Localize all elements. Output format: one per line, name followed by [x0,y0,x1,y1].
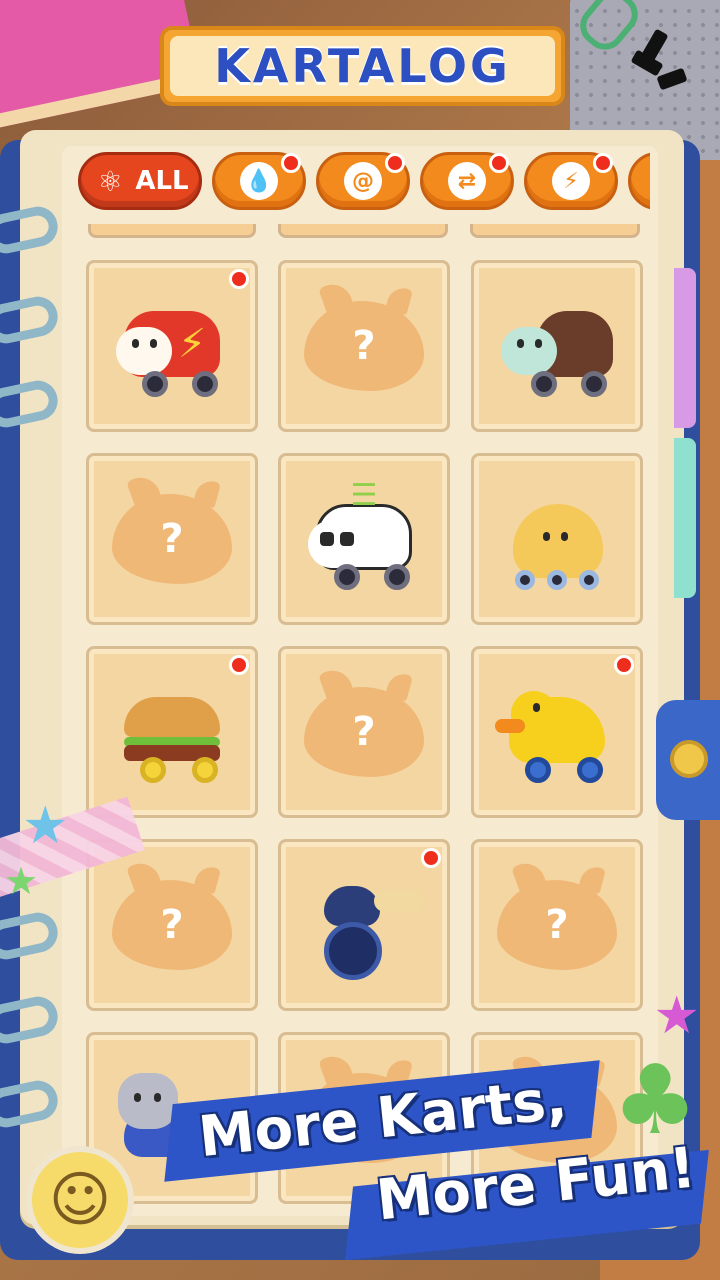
previous-row-edge [88,224,256,238]
filter-tab-all[interactable]: ⚛ ALL [78,152,202,210]
kart-card-burger[interactable] [86,646,258,818]
drop-icon: 💧 [240,162,278,200]
previous-row-edge [470,224,640,238]
locked-kart-silhouette: ? [497,880,617,970]
smiley-sticker-icon: ☺ [26,1146,134,1254]
clasp-button-icon [670,740,708,778]
snail-shell-icon: @ [344,162,382,200]
binder-clasp [656,700,720,820]
filter-tab-swap[interactable]: ⇄ [420,152,514,210]
kart-card-locked[interactable]: ? [86,453,258,625]
category-filter-bar: ⚛ ALL 💧 @ ⇄ ⚡ [78,152,650,212]
kart-card-squirrel[interactable] [471,260,643,432]
filter-tab-more[interactable] [628,152,650,210]
kart-card-locked[interactable]: ? [278,646,450,818]
burger-kart-image [112,677,232,787]
star-sticker-icon: ★ [4,859,39,903]
new-badge [489,153,509,173]
kart-card-locked[interactable]: ? [278,260,450,432]
locked-kart-silhouette: ? [112,880,232,970]
creature-icon: ⚛ [97,164,123,198]
unknown-mark: ? [352,323,376,369]
filter-tab-shell[interactable]: @ [316,152,410,210]
locked-kart-silhouette: ? [304,687,424,777]
kart-card-locked[interactable]: ? [471,839,643,1011]
octopus-kart-image [497,484,617,594]
unknown-mark: ? [545,902,569,948]
new-badge [229,655,249,675]
new-badge [385,153,405,173]
bee-unicycle-kart-image [304,870,424,980]
previous-row-edge [278,224,448,238]
locked-kart-silhouette: ? [304,301,424,391]
unknown-mark: ? [160,516,184,562]
rubber-duck-kart-image [495,677,617,787]
star-charm-icon: ★ [653,986,700,1046]
kart-card-dog-rocket[interactable]: ⚡ [86,260,258,432]
sparkle-marks-icon [631,29,687,90]
bookmark-tab-purple[interactable] [674,268,696,428]
kart-card-bee[interactable] [278,839,450,1011]
page-title: KARTALOG [214,39,511,93]
locked-kart-silhouette: ? [112,494,232,584]
new-badge [281,153,301,173]
squirrel-chocolate-kart-image [497,291,617,401]
unknown-mark: ? [160,902,184,948]
title-plate: KARTALOG [160,26,565,106]
filter-tab-label: ALL [135,166,189,196]
filter-tab-lightning[interactable]: ⚡ [524,152,618,210]
kart-card-panda[interactable]: ☰ [278,453,450,625]
lightning-icon: ⚡ [552,162,590,200]
new-badge [229,269,249,289]
bookmark-tab-mint[interactable] [674,438,696,598]
new-badge [614,655,634,675]
dog-rocket-kart-image: ⚡ [112,291,232,401]
promo-banner: More Karts, More Fun! [164,1060,709,1261]
kart-card-duck[interactable] [471,646,643,818]
swap-arrows-icon: ⇄ [448,162,486,200]
kart-card-locked[interactable]: ? [86,839,258,1011]
unknown-mark: ? [352,709,376,755]
panda-bamboo-kart-image: ☰ [304,478,424,594]
star-sticker-icon: ★ [22,796,69,856]
filter-tab-water[interactable]: 💧 [212,152,306,210]
new-badge [421,848,441,868]
kart-card-octopus[interactable] [471,453,643,625]
new-badge [593,153,613,173]
